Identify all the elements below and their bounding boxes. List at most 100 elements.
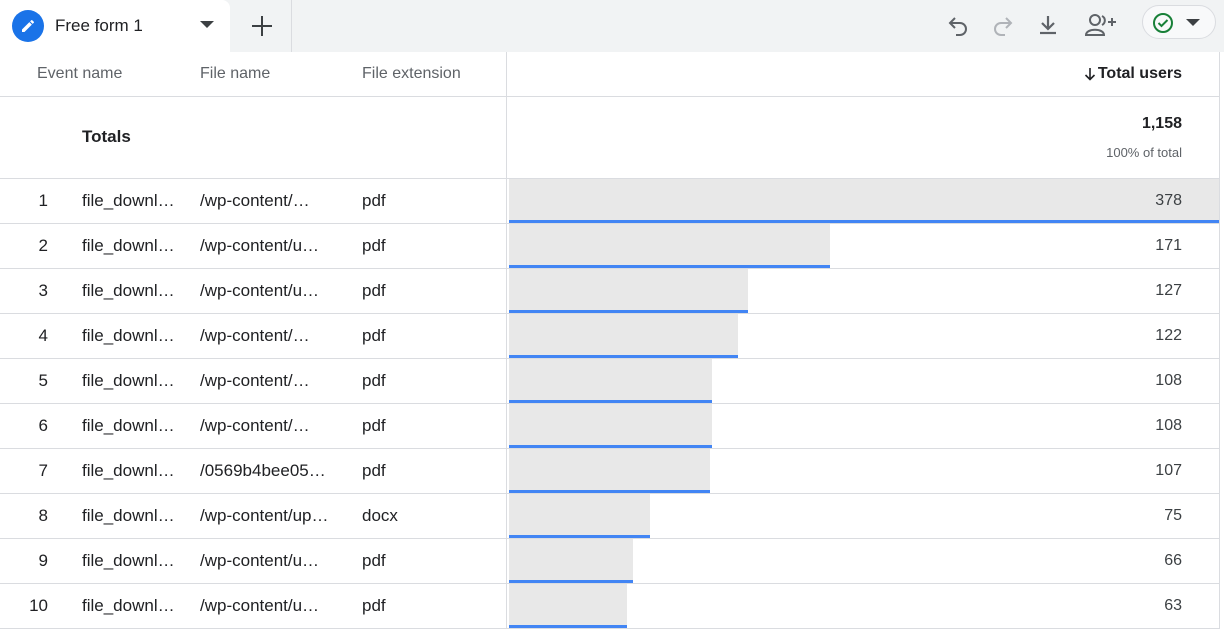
cell-event-name: file_downl… (82, 371, 175, 390)
row-index: 9 (38, 551, 48, 570)
total-users-bar (509, 494, 650, 538)
download-icon (1040, 16, 1056, 35)
cell-file-name: /0569b4bee05… (200, 461, 326, 480)
total-users-bar (509, 359, 712, 403)
total-users-bar (509, 224, 830, 268)
totals-percent: 100% of total (1106, 145, 1182, 160)
totals-label: Totals (82, 127, 131, 146)
table-row[interactable]: 2 file_downl… /wp-content/u… pdf 171 (0, 224, 1220, 269)
cell-file-name: /wp-content/u… (200, 281, 320, 300)
redo-icon (994, 17, 1013, 36)
cell-event-name: file_downl… (82, 416, 175, 435)
chevron-down-icon[interactable] (197, 15, 217, 35)
cell-file-extension: docx (362, 506, 398, 525)
cell-file-extension: pdf (362, 191, 386, 210)
cell-event-name: file_downl… (82, 281, 175, 300)
cell-total-users: 75 (1164, 507, 1182, 524)
row-index: 2 (38, 236, 48, 255)
plus-icon (251, 16, 272, 36)
undo-button[interactable] (943, 10, 973, 40)
row-index: 7 (38, 461, 48, 480)
cell-total-users: 66 (1164, 552, 1182, 569)
cell-file-extension: pdf (362, 596, 386, 615)
total-users-bar (509, 584, 627, 628)
cell-file-extension: pdf (362, 551, 386, 570)
table-row[interactable]: 6 file_downl… /wp-content/… pdf 108 (0, 404, 1220, 449)
cell-file-extension: pdf (362, 416, 386, 435)
cell-total-users: 171 (1155, 237, 1182, 254)
cell-event-name: file_downl… (82, 326, 175, 345)
cell-total-users: 108 (1155, 417, 1182, 434)
table-row[interactable]: 9 file_downl… /wp-content/u… pdf 66 (0, 539, 1220, 584)
table-row[interactable]: 10 file_downl… /wp-content/u… pdf 63 (0, 584, 1220, 629)
chevron-down-icon (1186, 19, 1200, 26)
cell-file-name: /wp-content/… (200, 416, 310, 435)
column-header-file-extension[interactable]: File extension (362, 65, 461, 83)
table-row[interactable]: 3 file_downl… /wp-content/u… pdf 127 (0, 269, 1220, 314)
total-users-bar (509, 269, 748, 313)
totals-value: 1,158 (1141, 115, 1182, 132)
column-header-file-name[interactable]: File name (200, 65, 270, 83)
total-users-bar (509, 539, 633, 583)
download-button[interactable] (1033, 10, 1063, 40)
total-users-bar (509, 179, 1219, 223)
cell-file-name: /wp-content/u… (200, 596, 320, 615)
tab-title[interactable]: Free form 1 (55, 16, 143, 36)
status-menu-button[interactable] (1142, 5, 1216, 39)
column-header-total-users[interactable]: Total users (1084, 65, 1182, 83)
redo-button[interactable] (988, 10, 1018, 40)
add-tab-button[interactable] (232, 0, 292, 52)
metric-label: Total users (1097, 65, 1182, 82)
cell-file-extension: pdf (362, 236, 386, 255)
table-row[interactable]: 8 file_downl… /wp-content/up… docx 75 (0, 494, 1220, 539)
cell-file-name: /wp-content/up… (200, 506, 329, 525)
column-header-event-name[interactable]: Event name (37, 65, 122, 83)
cell-event-name: file_downl… (82, 461, 175, 480)
cell-file-extension: pdf (362, 281, 386, 300)
row-index: 3 (38, 281, 48, 300)
table-row[interactable]: 1 file_downl… /wp-content/… pdf 378 (0, 179, 1220, 224)
check-circle-icon (1153, 13, 1173, 33)
total-users-bar (509, 314, 738, 358)
row-index: 10 (29, 596, 48, 615)
cell-file-extension: pdf (362, 461, 386, 480)
cell-total-users: 378 (1155, 192, 1182, 209)
share-button[interactable] (1083, 10, 1119, 40)
share-users-icon (1084, 14, 1116, 36)
cell-total-users: 108 (1155, 372, 1182, 389)
row-index: 4 (38, 326, 48, 345)
cell-total-users: 122 (1155, 327, 1182, 344)
cell-file-name: /wp-content/… (200, 191, 310, 210)
exploration-tab-bar: Free form 1 (0, 0, 1224, 52)
table-row[interactable]: 5 file_downl… /wp-content/… pdf 108 (0, 359, 1220, 404)
totals-row: Totals 1,158 100% of total (0, 97, 1220, 179)
cell-total-users: 127 (1155, 282, 1182, 299)
total-users-bar (509, 449, 710, 493)
total-users-bar (509, 404, 712, 448)
row-index: 1 (38, 191, 48, 210)
cell-event-name: file_downl… (82, 551, 175, 570)
cell-file-extension: pdf (362, 371, 386, 390)
row-index: 6 (38, 416, 48, 435)
cell-total-users: 63 (1164, 597, 1182, 614)
cell-file-name: /wp-content/… (200, 326, 310, 345)
cell-event-name: file_downl… (82, 191, 175, 210)
tab-free-form[interactable]: Free form 1 (0, 0, 230, 52)
table-right-border (1219, 52, 1220, 628)
table-header: Event name File name File extension Tota… (0, 52, 1220, 97)
dimension-metric-divider (506, 52, 507, 628)
pencil-icon[interactable] (12, 10, 44, 42)
cell-file-extension: pdf (362, 326, 386, 345)
cell-event-name: file_downl… (82, 596, 175, 615)
undo-icon (948, 17, 967, 36)
cell-file-name: /wp-content/u… (200, 236, 320, 255)
table-row[interactable]: 7 file_downl… /0569b4bee05… pdf 107 (0, 449, 1220, 494)
cell-file-name: /wp-content/u… (200, 551, 320, 570)
cell-file-name: /wp-content/… (200, 371, 310, 390)
row-index: 8 (38, 506, 48, 525)
table-row[interactable]: 4 file_downl… /wp-content/… pdf 122 (0, 314, 1220, 359)
row-index: 5 (38, 371, 48, 390)
cell-event-name: file_downl… (82, 506, 175, 525)
arrow-down-icon (1084, 68, 1095, 81)
cell-event-name: file_downl… (82, 236, 175, 255)
